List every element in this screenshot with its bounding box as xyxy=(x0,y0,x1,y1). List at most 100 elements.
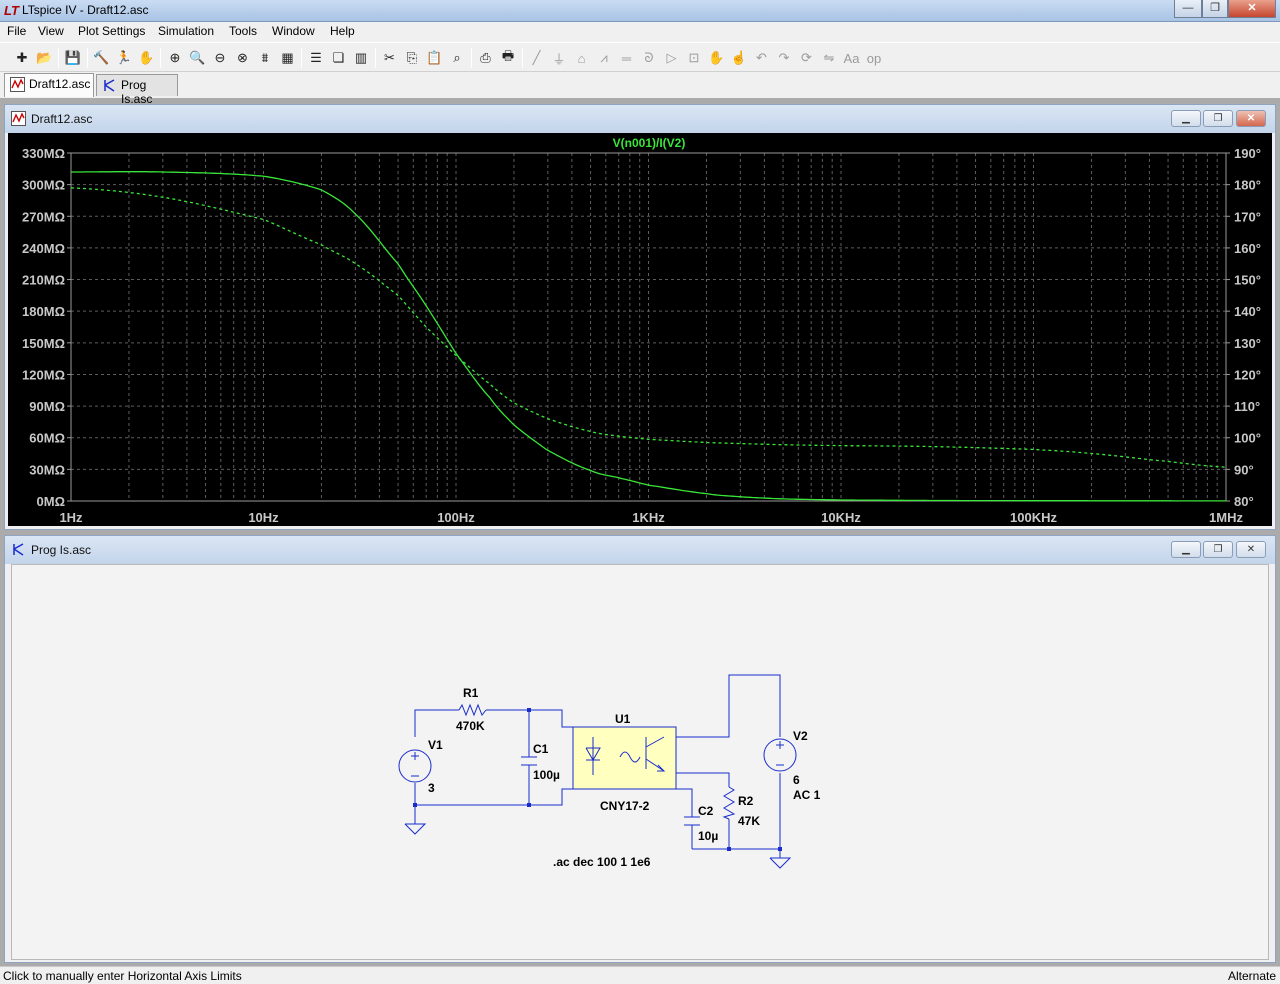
toolbar-separator xyxy=(374,48,376,68)
component-icon[interactable]: ⊡ xyxy=(684,48,704,68)
text-icon[interactable]: Aa xyxy=(842,48,862,68)
print-preview-icon[interactable]: ⎙ xyxy=(476,48,496,68)
optocoupler-u1[interactable] xyxy=(572,726,677,790)
menu-window[interactable]: Window xyxy=(272,24,315,38)
window-title: LTspice IV - Draft12.asc xyxy=(22,3,149,17)
schematic-restore-button[interactable]: ❐ xyxy=(1203,541,1233,558)
wire-icon[interactable]: ╱ xyxy=(527,48,547,68)
x-tick-label[interactable]: 100Hz xyxy=(437,510,475,525)
y-tick-label: 300MΩ xyxy=(22,178,65,193)
schematic-icon xyxy=(13,543,24,556)
menu-plot-settings[interactable]: Plot Settings xyxy=(78,24,145,38)
control-panel-icon[interactable]: 🔨 xyxy=(92,48,112,68)
plot-minimize-button[interactable]: ▁ xyxy=(1171,110,1201,127)
x-tick-label[interactable]: 1Hz xyxy=(59,510,83,525)
resistor-icon[interactable]: ⩘ xyxy=(594,48,614,68)
schematic-icon xyxy=(104,79,115,92)
waveform-chart[interactable]: 0MΩ 30MΩ 60MΩ 90MΩ 120MΩ 150MΩ 180MΩ 210MΩ 240MΩ… xyxy=(8,133,1272,526)
schematic-canvas[interactable]: R1 470K V1 3 C1 100µ U1 CNY17-2 C2 10µ R… xyxy=(11,564,1269,960)
tile-vertical-icon[interactable]: ▥ xyxy=(351,48,371,68)
copy-icon[interactable]: ⎘ xyxy=(402,48,422,68)
schematic-minimize-button[interactable]: ▁ xyxy=(1171,541,1201,558)
y2-tick-label: 160° xyxy=(1234,241,1261,256)
cut-icon[interactable]: ✂ xyxy=(380,48,400,68)
status-bar: Click to manually enter Horizontal Axis … xyxy=(0,966,1280,984)
y-tick-label: 0MΩ xyxy=(37,494,65,509)
y2-tick-label: 80° xyxy=(1234,494,1254,509)
ltspice-logo-icon: LT xyxy=(4,3,19,18)
y-tick-label: 150MΩ xyxy=(22,336,65,351)
spice-directive[interactable]: .ac dec 100 1 1e6 xyxy=(553,855,651,869)
menu-tools[interactable]: Tools xyxy=(229,24,257,38)
rotate-icon[interactable]: ⟳ xyxy=(797,48,817,68)
spice-directive-icon[interactable]: op xyxy=(864,48,884,68)
close-button[interactable]: ✕ xyxy=(1228,0,1276,18)
zoom-out-icon[interactable]: ⊖ xyxy=(210,48,230,68)
c1-value: 100µ xyxy=(533,768,560,782)
plot-area[interactable]: 0MΩ 30MΩ 60MΩ 90MΩ 120MΩ 150MΩ 180MΩ 210MΩ 240MΩ… xyxy=(8,133,1272,526)
capacitor-icon[interactable]: ═ xyxy=(617,48,637,68)
tab-label: Draft12.asc xyxy=(29,77,91,91)
menu-bar: File View Plot Settings Simulation Tools… xyxy=(0,22,1280,42)
maximize-button[interactable]: ❐ xyxy=(1202,0,1228,18)
tab-prog-is[interactable]: Prog Is.asc xyxy=(96,74,178,106)
schematic-close-button[interactable]: ✕ xyxy=(1236,541,1266,558)
waveform-icon xyxy=(11,111,26,126)
plot-close-button[interactable]: ✕ xyxy=(1236,110,1266,127)
diode-icon[interactable]: ▷ xyxy=(662,48,682,68)
grid-icon[interactable]: ▦ xyxy=(278,48,298,68)
tab-draft12[interactable]: Draft12.asc xyxy=(4,73,94,97)
undo-icon[interactable]: ↶ xyxy=(752,48,772,68)
find-icon[interactable]: ⌕ xyxy=(447,48,467,68)
zoom-in-icon[interactable]: ⊕ xyxy=(165,48,185,68)
open-icon[interactable]: 📂 xyxy=(35,48,55,68)
drag-icon[interactable]: ☝ xyxy=(729,48,749,68)
plot-window: Draft12.asc ▁ ❐ ✕ 0MΩ 30MΩ 60MΩ 90MΩ 120MΩ 15… xyxy=(4,104,1276,530)
halt-icon[interactable]: ✋ xyxy=(137,48,157,68)
label-icon[interactable]: ⌂ xyxy=(572,48,592,68)
plot-restore-button[interactable]: ❐ xyxy=(1203,110,1233,127)
y2-tick-label: 100° xyxy=(1234,431,1261,446)
y2-tick-label: 150° xyxy=(1234,273,1261,288)
y2-tick-label: 170° xyxy=(1234,209,1261,224)
ground-icon[interactable]: ⏚ xyxy=(549,48,569,68)
move-icon[interactable]: ✋ xyxy=(707,48,727,68)
new-schematic-icon[interactable]: ✚ xyxy=(12,48,32,68)
trace-label[interactable]: V(n001)/I(V2) xyxy=(613,136,686,150)
paste-icon[interactable]: 📋 xyxy=(425,48,445,68)
menu-help[interactable]: Help xyxy=(330,24,355,38)
menu-view[interactable]: View xyxy=(38,24,64,38)
tile-horizontal-icon[interactable]: ☰ xyxy=(306,48,326,68)
zoom-area-icon[interactable]: 🔍 xyxy=(188,48,208,68)
x-tick-label[interactable]: 100KHz xyxy=(1010,510,1057,525)
redo-icon[interactable]: ↷ xyxy=(774,48,794,68)
autorange-icon[interactable]: ⩩ xyxy=(255,48,275,68)
schematic-window-titlebar: Prog Is.asc ▁ ❐ ✕ xyxy=(5,536,1275,564)
c2-value: 10µ xyxy=(698,829,718,843)
x-tick-label[interactable]: 1MHz xyxy=(1209,510,1243,525)
status-mode: Alternate xyxy=(1227,969,1276,983)
schematic-window-title: Prog Is.asc xyxy=(31,543,92,557)
c1-name: C1 xyxy=(533,742,549,756)
cascade-icon[interactable]: ❏ xyxy=(329,48,349,68)
x-tick-label[interactable]: 10KHz xyxy=(821,510,861,525)
waveform-icon xyxy=(10,77,25,92)
y-tick-label: 60MΩ xyxy=(29,431,65,446)
y2-tick-label: 190° xyxy=(1234,146,1261,161)
x-tick-label[interactable]: 10Hz xyxy=(248,510,279,525)
save-icon[interactable]: 💾 xyxy=(63,48,83,68)
minimize-button[interactable]: — xyxy=(1174,0,1202,18)
print-icon[interactable]: 🖶 xyxy=(498,48,518,68)
r1-value: 470K xyxy=(456,719,485,733)
mirror-icon[interactable]: ⇋ xyxy=(819,48,839,68)
y-tick-label: 120MΩ xyxy=(22,367,65,382)
circuit-diagram[interactable]: R1 470K V1 3 C1 100µ U1 CNY17-2 C2 10µ R… xyxy=(12,565,1270,961)
x-tick-label[interactable]: 1KHz xyxy=(632,510,665,525)
menu-simulation[interactable]: Simulation xyxy=(158,24,214,38)
y2-tick-label: 130° xyxy=(1234,336,1261,351)
r1-name: R1 xyxy=(463,686,479,700)
inductor-icon[interactable]: ᘐ xyxy=(639,48,659,68)
run-icon[interactable]: 🏃 xyxy=(114,48,134,68)
zoom-fit-icon[interactable]: ⊗ xyxy=(233,48,253,68)
menu-file[interactable]: File xyxy=(7,24,26,38)
